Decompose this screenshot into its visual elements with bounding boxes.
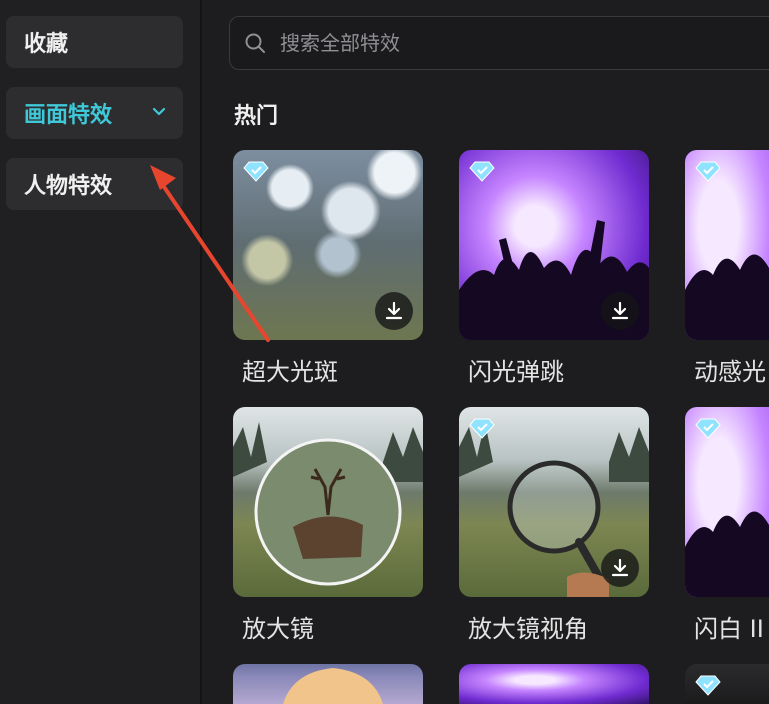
search-input[interactable] [280, 31, 760, 55]
diamond-icon [243, 161, 269, 182]
effect-label: 闪光弹跳 [468, 358, 564, 386]
magnifier-deer-scene [233, 422, 423, 586]
diamond-icon [469, 161, 495, 182]
download-button[interactable] [601, 549, 639, 587]
sidebar-item-character-effects[interactable]: 人物特效 [6, 158, 183, 210]
diamond-icon [695, 418, 721, 439]
download-button[interactable] [375, 292, 413, 330]
chevron-down-icon [152, 107, 166, 116]
diamond-icon [469, 418, 495, 439]
sidebar-divider [200, 0, 202, 704]
search-bar[interactable] [229, 16, 769, 70]
search-icon [245, 33, 265, 53]
diamond-icon [695, 675, 721, 696]
effect-label: 放大镜视角 [468, 615, 588, 643]
sidebar-item-label: 画面特效 [24, 103, 113, 128]
download-icon [385, 301, 403, 320]
sidebar-item-favorites[interactable]: 收藏 [6, 16, 183, 68]
effect-card[interactable] [685, 407, 769, 597]
download-button[interactable] [601, 292, 639, 330]
section-title: 热门 [234, 104, 279, 129]
effect-card[interactable] [685, 150, 769, 340]
effect-label: 闪白 II [694, 615, 764, 643]
effect-card[interactable] [459, 664, 649, 704]
effect-card[interactable] [233, 664, 423, 704]
effect-card[interactable] [459, 407, 649, 597]
effect-label: 超大光斑 [242, 358, 338, 386]
sidebar-item-screen-effects[interactable]: 画面特效 [6, 87, 183, 139]
thumbnail-art [283, 668, 383, 704]
diamond-icon [695, 161, 721, 182]
effect-label: 放大镜 [242, 615, 314, 643]
effect-card[interactable] [459, 150, 649, 340]
sidebar: 收藏 画面特效 人物特效 [0, 0, 200, 704]
sidebar-item-label: 人物特效 [24, 174, 113, 199]
effect-card[interactable] [233, 407, 423, 597]
effect-card[interactable] [233, 150, 423, 340]
sidebar-item-label: 收藏 [24, 32, 69, 57]
effect-card[interactable] [685, 664, 769, 704]
download-icon [611, 558, 629, 577]
effect-label: 动感光 [694, 358, 766, 386]
download-icon [611, 301, 629, 320]
